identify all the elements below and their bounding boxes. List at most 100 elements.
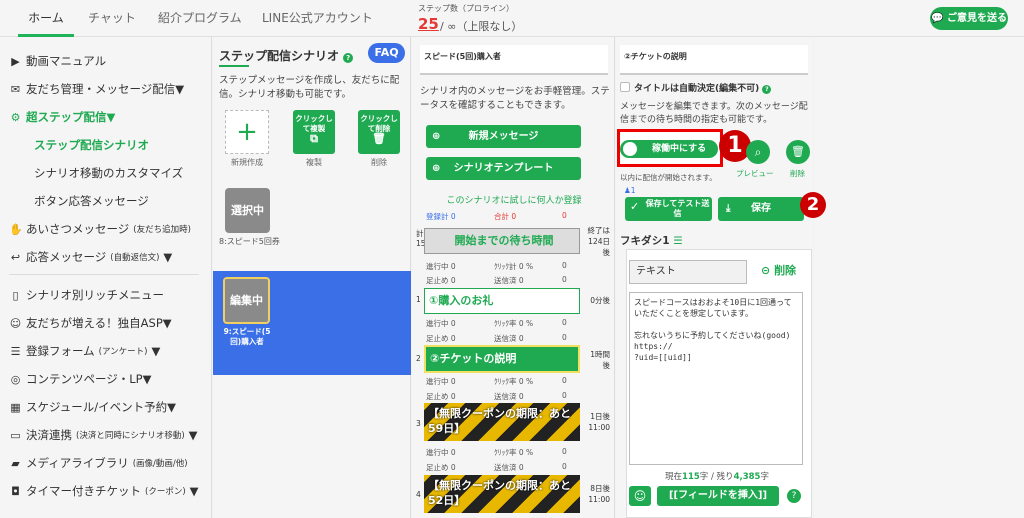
divider [9, 274, 199, 275]
reply-icon: ↩ [10, 250, 21, 264]
fukidashi-title: フキダシ1 ☰ [620, 235, 683, 247]
step-count-value[interactable]: 25 [418, 15, 439, 33]
trash-icon: 🗑 [372, 132, 386, 145]
tab-line-account[interactable]: LINE公式アカウント [262, 0, 373, 37]
wait-time-box[interactable]: 開始までの待ち時間 [424, 228, 580, 254]
step-time: 1時間後 [590, 350, 610, 370]
step-number: 1 [416, 295, 421, 304]
help-icon[interactable]: ? [787, 489, 801, 503]
stat-blocked: 0 [562, 275, 567, 284]
sidebar-item-media[interactable]: ▰ メディアライブラリ (画像/動画/他) [9, 455, 187, 471]
sidebar-item-friends[interactable]: ✉ 友だち管理・メッセージ配信▼ [9, 81, 184, 97]
active-toggle[interactable]: 稼働中にする [620, 140, 718, 158]
delivery-note: 以内に配信が開始されます。 [620, 173, 717, 182]
stat-click: ｸﾘｯｸ率 0 % [494, 448, 534, 457]
message-title: ②チケットの説明 [620, 45, 808, 75]
stat-exit: 0 [562, 376, 567, 385]
globe-icon: ◎ [10, 372, 21, 386]
help-icon[interactable]: ? [343, 53, 354, 63]
sidebar-item-auto-reply[interactable]: ↩ 応答メッセージ (自動返信文) ▼ [9, 249, 172, 265]
top-bar: ホーム チャット 紹介プログラム LINE公式アカウント ステップ数（プロライン… [0, 0, 1024, 37]
stat-progress: 進行中 0 [426, 448, 456, 457]
feedback-button[interactable]: 💬 ご意見を送る [930, 7, 1008, 30]
scenario-template-button[interactable]: ⊕ シナリオテンプレート [426, 157, 581, 180]
new-scenario-button[interactable]: + [225, 110, 269, 154]
trash-icon[interactable]: 🗑 [786, 140, 810, 164]
tab-referral[interactable]: 紹介プログラム [158, 0, 242, 37]
fukidashi-delete[interactable]: ⊝ 削除 [761, 262, 796, 278]
save-test-button[interactable]: ✓ 保存してテスト送信 [625, 197, 712, 221]
handshake-icon: ☺ [9, 316, 22, 330]
stat-progress: 進行中 0 [426, 377, 456, 386]
download-icon: ⤓ [726, 203, 731, 214]
sidebar-item-ticket[interactable]: ◘ タイマー付きチケット (クーポン) ▼ [9, 483, 198, 499]
end-label: 終了は124日後 [587, 226, 611, 257]
reorder-icon[interactable]: ☰ [673, 235, 682, 247]
emoji-icon[interactable]: ☺ [629, 486, 651, 506]
title-underline [219, 65, 249, 67]
step-item-selected[interactable]: ②チケットの説明 [424, 345, 580, 373]
tab-home[interactable]: ホーム [18, 0, 74, 37]
scenario-card-active[interactable]: 編集中 9:スピード(5回)購入者 [213, 271, 411, 375]
help-icon[interactable]: ? [762, 85, 772, 94]
sidebar-item-asp[interactable]: ☺ 友だちが増える！独自ASP▼ [9, 315, 172, 331]
sidebar-item-video-manual[interactable]: ▶ 動画マニュアル [9, 53, 106, 69]
plus-circle-icon: ⊕ [432, 131, 441, 142]
step-scenario-title: スピード(5回)購入者 [420, 45, 608, 75]
scenario-panel: ステップ配信シナリオ ? FAQ ステップメッセージを作成し、友だちに配信。シナ… [213, 37, 411, 518]
sidebar-item-greeting[interactable]: ✋ あいさつメッセージ (友だち追加時) [9, 221, 191, 237]
list-icon: ☰ [10, 344, 21, 358]
video-icon: ▶ [11, 54, 20, 68]
sidebar-item-content-page[interactable]: ◎ コンテンツページ・LP▼ [9, 371, 152, 387]
preview-label: プレビュー [736, 169, 774, 178]
registered-total: 登録計 0 [426, 212, 456, 221]
sidebar-item-super-step[interactable]: ⚙ 超ステップ配信▼ [9, 109, 116, 125]
save-button[interactable]: ⤓ 保存 [718, 197, 804, 221]
scenario-card-selected[interactable]: 選択中 [225, 188, 270, 233]
step-item[interactable]: ①購入のお礼 [424, 288, 580, 314]
faq-button[interactable]: FAQ [368, 43, 405, 63]
sidebar-item-button-reply[interactable]: ボタン応答メッセージ [34, 193, 149, 209]
preview-icon[interactable]: ⌕ [746, 140, 770, 164]
sidebar-item-rich-menu[interactable]: ▯ シナリオ別リッチメニュー [9, 287, 164, 303]
stat-sent: 送信済 0 [494, 392, 524, 401]
step-item[interactable]: 【無限クーポンの期限：あと59日】 [424, 403, 580, 441]
sidebar-item-form[interactable]: ☰ 登録フォーム (アンケート) ▼ [9, 343, 161, 359]
stat-hold: 足止め 0 [426, 392, 456, 401]
stat-progress: 進行中 0 [426, 262, 456, 271]
check-circle-icon: ✓ [630, 200, 640, 213]
stat-click: ｸﾘｯｸ率 0 % [494, 319, 534, 328]
tab-chat[interactable]: チャット [88, 0, 136, 37]
step-number: 4 [416, 490, 421, 499]
user-icon: ♟ [624, 186, 631, 195]
sidebar-item-schedule[interactable]: ▦ スケジュール/イベント予約▼ [9, 399, 176, 415]
step-count-label: ステップ数（プロライン） [418, 4, 514, 13]
message-type-select[interactable]: テキスト [629, 260, 747, 284]
mobile-icon: ▯ [12, 288, 19, 302]
step-item[interactable]: 【無限クーポンの期限：あと52日】 [424, 475, 580, 513]
stat-click: ｸﾘｯｸ率 0 % [494, 377, 534, 386]
copy-label: 複製 [306, 158, 322, 167]
sidebar-item-step-scenario[interactable]: ステップ配信シナリオ [34, 137, 149, 153]
auto-title-checkbox[interactable] [620, 82, 630, 92]
stat-blocked: 0 [562, 462, 567, 471]
insert-field-button[interactable]: [[フィールドを挿入]] [657, 486, 779, 506]
folder-icon: ▰ [11, 456, 20, 470]
test-register-link[interactable]: このシナリオに試しに何人か登録 [424, 193, 604, 206]
sidebar-item-scenario-move[interactable]: シナリオ移動のカスタマイズ [34, 165, 183, 181]
exit-total: 合計 0 [494, 212, 517, 221]
stat-hold: 足止め 0 [426, 276, 456, 285]
copy-scenario-button[interactable]: クリックして複製 ⧉ [293, 110, 335, 154]
step-limit: / ∞（上限なし） [440, 20, 523, 33]
message-detail-panel: ②チケットの説明 タイトルは自動決定(編集不可) ? メッセージを編集できます。… [616, 37, 826, 518]
scenario-card-label: 9:スピード(5回)購入者 [223, 327, 271, 346]
char-counter: 現在115字 / 残り4,385字 [665, 472, 769, 482]
delete-scenario-button[interactable]: クリックして削除 🗑 [358, 110, 400, 154]
scenario-desc: ステップメッセージを作成し、友だちに配信。シナリオ移動も可能です。 [219, 75, 400, 100]
plus-icon: + [236, 117, 258, 147]
message-body-textarea[interactable]: スピードコースはおおよそ10日に1回通っていただくことを想定しています。 忘れな… [629, 292, 803, 465]
stat-hold: 足止め 0 [426, 334, 456, 343]
sidebar-item-payment[interactable]: ▭ 決済連携 (決済と同時にシナリオ移動) ▼ [9, 427, 197, 443]
editing-badge: 編集中 [223, 277, 270, 324]
new-message-button[interactable]: ⊕ 新規メッセージ [426, 125, 581, 148]
